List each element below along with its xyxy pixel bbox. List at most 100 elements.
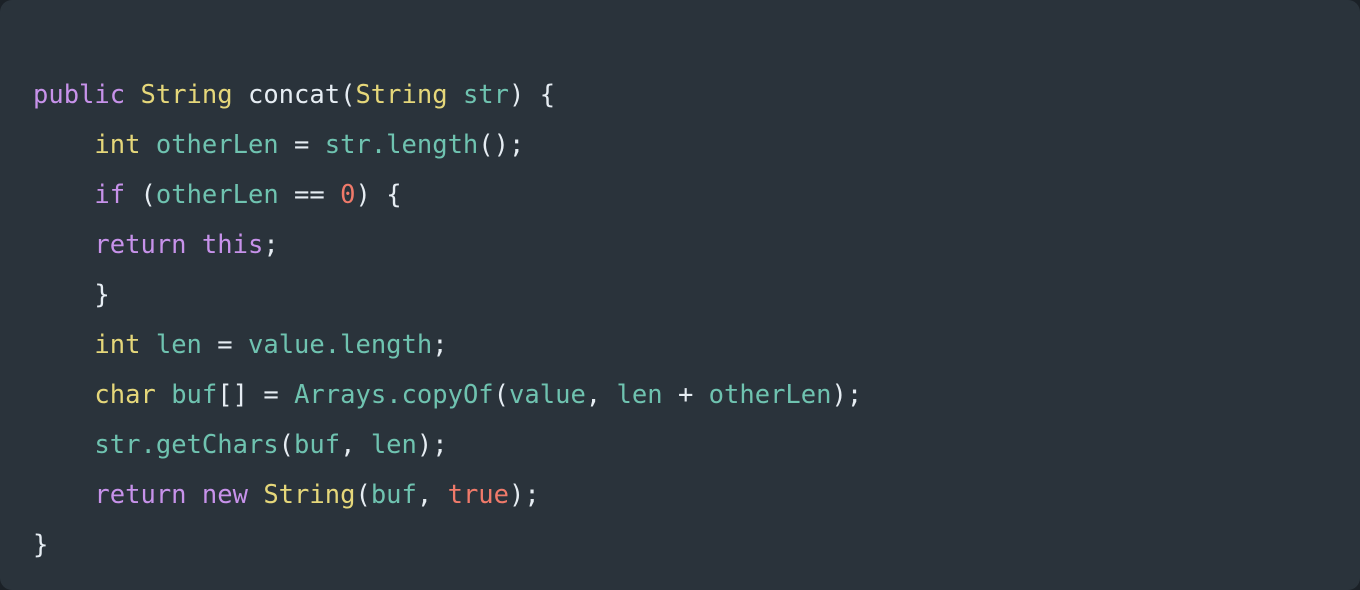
code-line: int otherLen = str.length(); — [33, 120, 1360, 170]
code-token-punct: () — [478, 129, 510, 160]
code-token-ident: copyOf — [401, 379, 494, 410]
code-token-punct: ; — [432, 329, 448, 360]
code-line: } — [33, 520, 1360, 570]
code-line: public String concat(String str) { — [33, 70, 1360, 120]
code-token-ident: otherLen — [155, 179, 279, 210]
code-token-type: int — [94, 329, 141, 360]
code-token-keyword: this — [201, 229, 264, 260]
code-token-keyword: return — [94, 479, 187, 510]
code-token-punct: ; — [524, 479, 540, 510]
code-token-punct: ) — [509, 79, 525, 110]
code-token-ident: otherLen — [708, 379, 832, 410]
code-token-op: == — [294, 179, 325, 210]
code-token-punct: ) — [416, 429, 433, 460]
code-token-punct: , — [585, 379, 602, 410]
code-token-ident: getChars — [155, 429, 279, 460]
code-token-ident: str — [324, 129, 371, 160]
code-token-ident: length — [340, 329, 433, 360]
code-token-type: String — [140, 79, 233, 110]
code-token-punct: } — [94, 279, 110, 310]
code-token-punct: ( — [493, 379, 510, 410]
code-token-type: char — [94, 379, 156, 410]
code-token-punct: , — [340, 429, 356, 460]
code-token-ident: buf — [370, 479, 417, 510]
code-token-ident: Arrays — [294, 379, 387, 410]
code-line: return new String(buf, true); — [33, 470, 1360, 520]
code-token-ident: len — [616, 379, 663, 410]
code-token-punct: { — [539, 79, 556, 110]
code-token-ident: len — [370, 429, 417, 460]
code-line: } — [33, 270, 1360, 320]
code-token-keyword: if — [94, 179, 126, 210]
code-line: return this; — [33, 220, 1360, 270]
code-token-punct: ) — [831, 379, 847, 410]
code-token-punct: { — [386, 179, 402, 210]
code-token-punct: ) — [509, 479, 525, 510]
code-line: char buf[] = Arrays.copyOf(value, len + … — [33, 370, 1360, 420]
code-token-punct: ; — [846, 379, 863, 410]
code-token-number: 0 — [340, 179, 356, 210]
code-token-punct: ( — [355, 479, 371, 510]
code-token-punct: ( — [278, 429, 295, 460]
code-token-punct: ( — [340, 79, 356, 110]
code-token-ident: . — [386, 379, 402, 410]
code-snippet-card: public String concat(String str) { int o… — [0, 0, 1360, 590]
code-token-ident: . — [370, 129, 387, 160]
code-token-punct: ) — [355, 179, 371, 210]
code-token-punct: ( — [140, 179, 156, 210]
code-token-ident: buf — [294, 429, 341, 460]
code-token-ident: buf — [171, 379, 218, 410]
code-block[interactable]: public String concat(String str) { int o… — [0, 70, 1360, 570]
code-token-op: = — [294, 129, 310, 160]
code-token-ident: . — [324, 329, 341, 360]
code-token-type: int — [94, 129, 141, 160]
code-token-punct: ; — [432, 429, 448, 460]
code-token-op: + — [677, 379, 694, 410]
code-token-ident: otherLen — [155, 129, 279, 160]
code-token-type: String — [355, 79, 448, 110]
code-token-ident: len — [155, 329, 202, 360]
code-token-punct: ; — [509, 129, 525, 160]
code-line: if (otherLen == 0) { — [33, 170, 1360, 220]
code-token-ident: . — [140, 429, 156, 460]
code-token-bool: true — [447, 479, 510, 510]
code-token-keyword: public — [33, 79, 126, 110]
code-token-punct: [] — [217, 379, 248, 410]
code-token-keyword: new — [201, 479, 248, 510]
code-token-punct: , — [416, 479, 433, 510]
code-token-op: = — [217, 329, 233, 360]
code-line: str.getChars(buf, len); — [33, 420, 1360, 470]
code-line: int len = value.length; — [33, 320, 1360, 370]
code-token-ident: value — [509, 379, 586, 410]
